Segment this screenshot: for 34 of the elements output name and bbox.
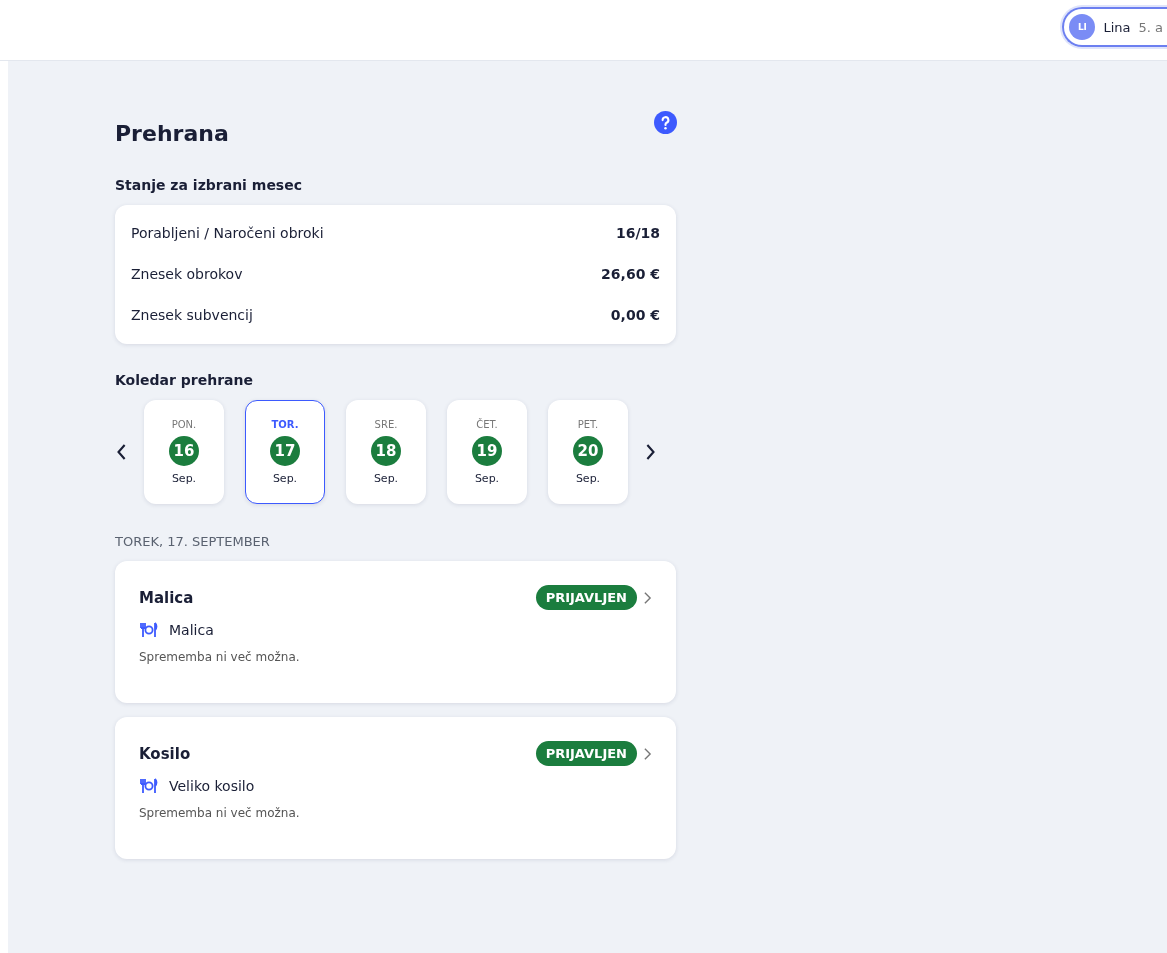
summary-value: 0,00 € <box>610 306 660 325</box>
meal-note: Sprememba ni več možna. <box>139 806 301 820</box>
summary-label: Znesek subvencij <box>131 306 253 325</box>
user-name: Lina <box>1103 19 1131 35</box>
user-menu-button[interactable]: LI Lina 5. a <box>1062 7 1167 47</box>
section-heading: Koledar prehrane <box>115 372 254 388</box>
status-badge: PRIJAVLJEN <box>535 741 637 766</box>
chevron-right-icon <box>643 746 652 761</box>
user-class: 5. a <box>1138 19 1163 35</box>
help-icon[interactable] <box>654 111 677 134</box>
status-badge: PRIJAVLJEN <box>535 585 637 610</box>
cutlery-icon <box>139 622 159 638</box>
meal-card[interactable]: Malica PRIJAVLJEN Malica Sprememba ni več možna. <box>115 561 676 703</box>
day-tile[interactable]: PON. 16 Sep. <box>144 400 224 504</box>
user-avatar: LI <box>1069 14 1096 40</box>
meal-card[interactable]: Kosilo PRIJAVLJEN Veliko kosilo Sprememba ni več možna. <box>115 717 676 859</box>
selected-date: TOREK, 17. SEPTEMBER <box>115 534 271 549</box>
cutlery-icon <box>139 778 159 794</box>
menu-name: Malica <box>169 622 214 638</box>
summary-value: 16/18 <box>615 224 660 243</box>
summary-label: Porabljeni / Naročeni obroki <box>131 224 324 243</box>
meal-title: Malica <box>139 588 195 607</box>
meal-title: Kosilo <box>139 744 192 763</box>
menu-name: Veliko kosilo <box>169 778 255 794</box>
chevron-right-icon <box>643 590 652 605</box>
day-tile[interactable]: PET. 20 Sep. <box>548 400 628 504</box>
meal-note: Sprememba ni več možna. <box>139 650 301 664</box>
summary-label: Znesek obrokov <box>131 265 243 284</box>
day-tile[interactable]: SRE. 18 Sep. <box>346 400 426 504</box>
summary-value: 26,60 € <box>601 265 660 284</box>
day-tile[interactable]: ČET. 19 Sep. <box>447 400 527 504</box>
day-tile[interactable]: TOR. 17 Sep. <box>245 400 325 504</box>
page-title: Prehrana <box>115 121 229 146</box>
section-heading: Stanje za izbrani mesec <box>115 177 303 193</box>
